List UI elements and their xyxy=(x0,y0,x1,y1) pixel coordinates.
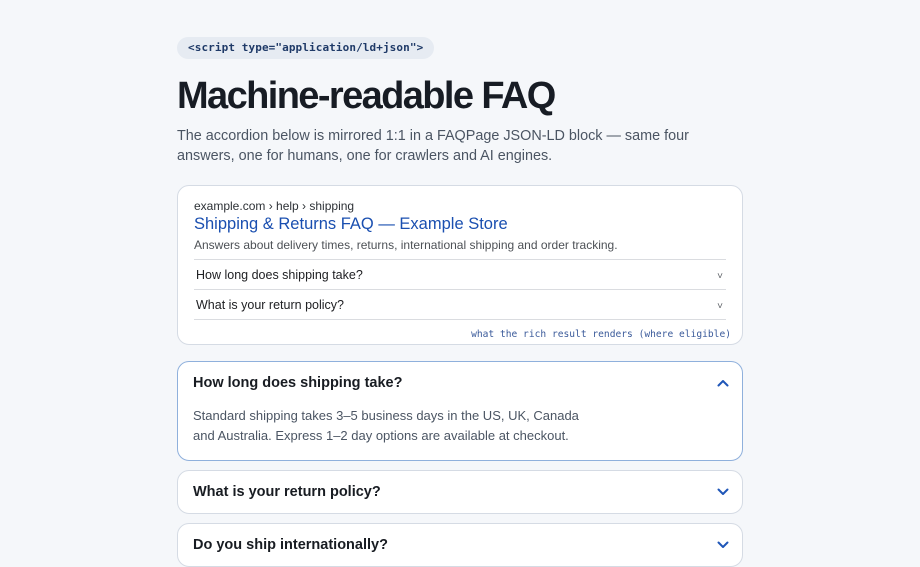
faq-toggle-button[interactable]: How long does shipping take? xyxy=(178,362,742,404)
rich-result-preview: example.com › help › shipping Shipping &… xyxy=(177,185,743,345)
faq-question: How long does shipping take? xyxy=(193,375,403,391)
serp-note: what the rich result renders (where elig… xyxy=(471,329,731,340)
page-title: Machine-readable FAQ xyxy=(177,75,556,117)
chevron-up-icon xyxy=(717,379,729,387)
serp-faq-row[interactable]: What is your return policy? ˅ xyxy=(194,290,726,320)
serp-title-link[interactable]: Shipping & Returns FAQ — Example Store xyxy=(194,214,726,234)
serp-faq-row[interactable]: How long does shipping take? ˅ xyxy=(194,260,726,290)
faq-answer: Standard shipping takes 3–5 business day… xyxy=(193,408,579,443)
faq-item-shipping: How long does shipping take? Standard sh… xyxy=(177,361,743,461)
faq-item-international: Do you ship internationally? xyxy=(177,523,743,567)
chevron-down-icon: ˅ xyxy=(717,271,723,282)
serp-faq-question: How long does shipping take? xyxy=(196,267,363,282)
code-pill: <script type="application/ld+json"> xyxy=(177,37,435,59)
chevron-down-icon xyxy=(717,488,729,496)
serp-faq-question: What is your return policy? xyxy=(196,297,344,312)
chevron-down-icon: ˅ xyxy=(717,301,723,312)
faq-item-returns: What is your return policy? xyxy=(177,470,743,514)
faq-toggle-button[interactable]: What is your return policy? xyxy=(178,471,742,513)
serp-faq-rows: How long does shipping take? ˅ What is y… xyxy=(194,259,726,320)
serp-breadcrumb: example.com › help › shipping xyxy=(194,199,355,213)
serp-description: Answers about delivery times, returns, i… xyxy=(194,238,618,252)
faq-toggle-button[interactable]: Do you ship internationally? xyxy=(178,524,742,566)
page: <script type="application/ld+json"> Mach… xyxy=(177,37,743,567)
faq-question: Do you ship internationally? xyxy=(193,537,388,553)
faq-question: What is your return policy? xyxy=(193,484,381,500)
lead-paragraph: The accordion below is mirrored 1:1 in a… xyxy=(177,128,689,164)
chevron-down-icon xyxy=(717,541,729,549)
